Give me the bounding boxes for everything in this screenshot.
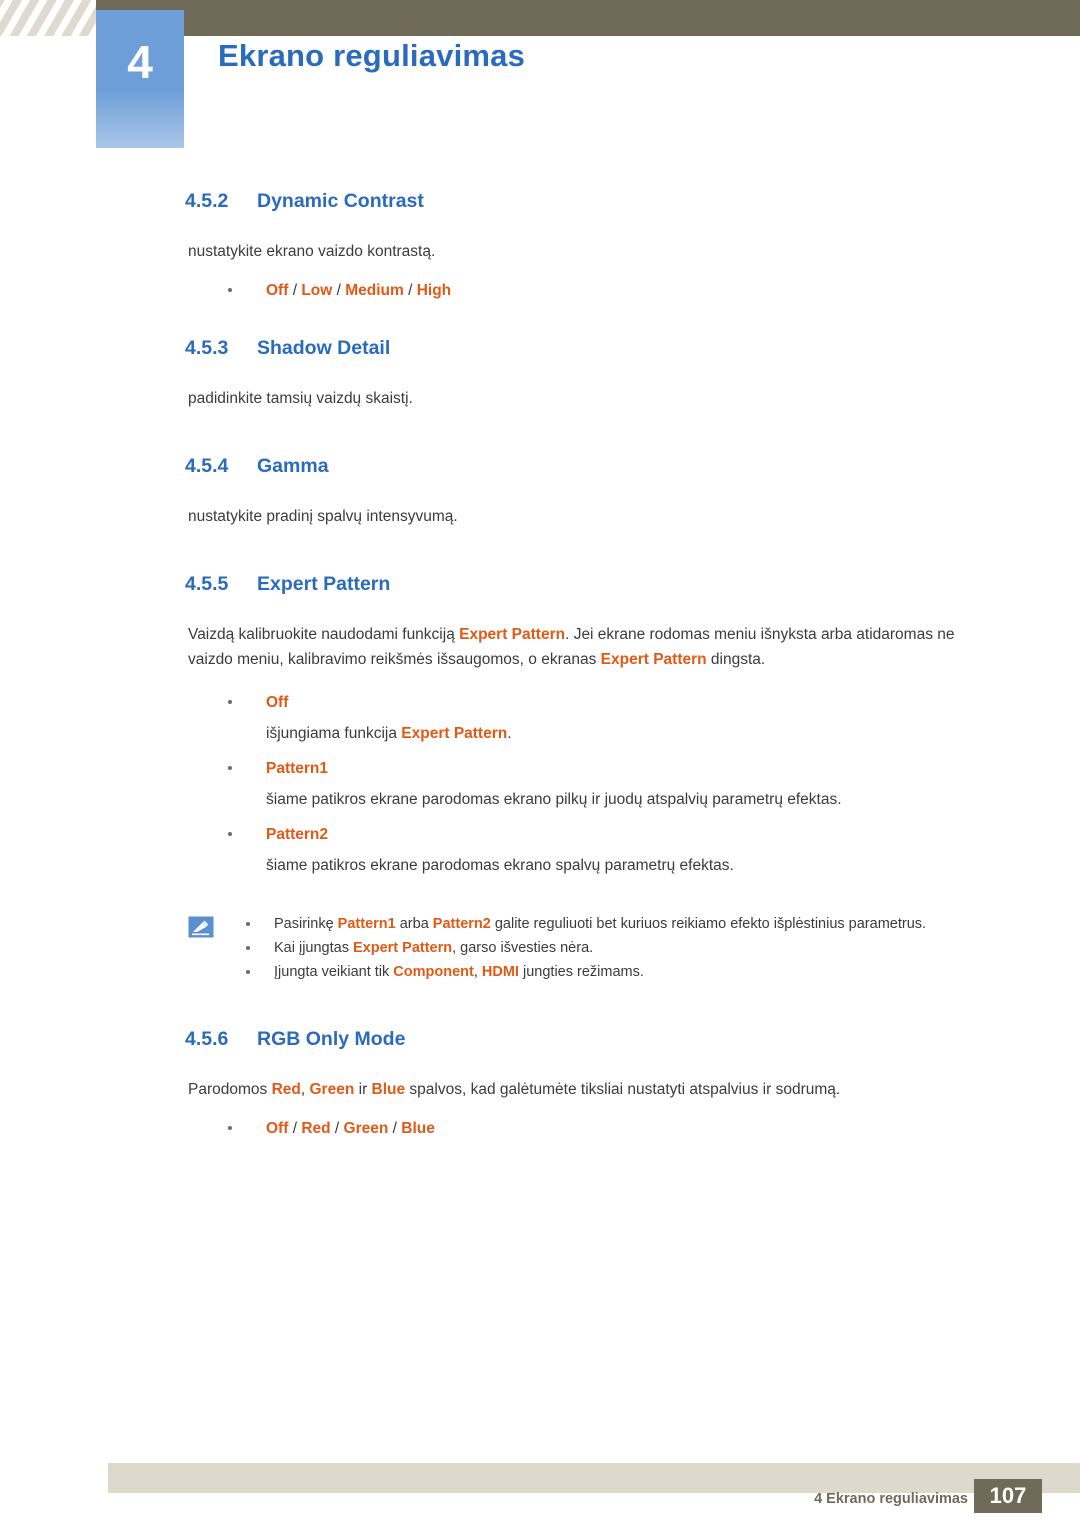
desc-off-c: . [507,725,512,742]
section-number-452: 4.5.2 [185,190,229,212]
note1-t1: Pasirinkę [274,916,338,932]
section-heading-455: 4.5.5 Expert Pattern [185,573,1080,596]
section-title-455: Expert Pattern [257,573,391,595]
section-heading-452: 4.5.2 Dynamic Contrast [185,190,1080,213]
option-off-rgb: Off [266,1120,289,1137]
option-off: Off [266,282,289,299]
page-footer: 4 Ekrano reguliavimas 107 [0,1457,1080,1527]
footer-chapter-label: 4 Ekrano reguliavimas [814,1491,968,1507]
section-heading-454: 4.5.4 Gamma [185,455,1080,478]
section-heading-453: 4.5.3 Shadow Detail [185,337,1080,360]
list-item-label-off: Off [266,694,289,711]
intro-text-e: dingsta. [706,651,766,668]
header-bar [96,0,1080,36]
note3-hdmi: HDMI [481,964,519,980]
options-row-452: Off / Low / Medium / High [188,278,968,303]
option-medium: Medium [345,282,404,299]
note-item-3: Įjungta veikiant tik Component, HDMI jun… [246,960,976,984]
section-body-453: padidinkite tamsių vaizdų skaistį. [188,390,413,407]
note-item-1: Pasirinkę Pattern1 arba Pattern2 galite … [246,912,976,936]
bullet-dot [228,288,232,292]
section-body-454: nustatykite pradinį spalvų intensyvumą. [188,508,458,525]
desc-off-highlight: Expert Pattern [401,725,508,742]
rgb-blue: Blue [371,1081,406,1098]
note3-t1: Įjungta veikiant tik [274,964,394,980]
bullet-dot [228,832,232,836]
chapter-title: Ekrano reguliavimas [218,38,526,73]
section-number-455: 4.5.5 [185,573,229,595]
bullet-dot [246,922,250,926]
note1-t2: arba [395,916,433,932]
section-number-453: 4.5.3 [185,337,229,359]
note2-expert-pattern: Expert Pattern [353,940,453,956]
rgb-text-c: ir [354,1081,372,1098]
chapter-number: 4 [127,36,153,88]
intro-expert-pattern-2: Expert Pattern [600,651,707,668]
rgb-red: Red [271,1081,301,1098]
note-item-1-text: Pasirinkę Pattern1 arba Pattern2 galite … [274,912,976,936]
note-block: Pasirinkę Pattern1 arba Pattern2 galite … [188,912,978,984]
note1-t3: galite reguliuoti bet kuriuos reikiamo e… [490,916,927,932]
note1-pattern1: Pattern1 [337,916,396,932]
option-high: High [416,282,452,299]
note-pencil-icon [188,916,214,938]
options-text-452: Off / Low / Medium / High [266,282,452,299]
section-heading-456: 4.5.6 RGB Only Mode [185,1028,1080,1051]
list-item-pattern1: Pattern1 [188,756,968,781]
option-low: Low [301,282,333,299]
bullet-dot [228,1126,232,1130]
list-item-desc-pattern1: šiame patikros ekrane parodomas ekrano p… [266,791,842,808]
section-number-456: 4.5.6 [185,1028,229,1050]
section-number-454: 4.5.4 [185,455,229,477]
chapter-number-box: 4 [96,10,184,148]
list-item-label-pattern2: Pattern2 [266,826,329,843]
page-number: 107 [974,1479,1042,1513]
footer-bar [108,1463,1080,1493]
note-item-2: Kai įjungtas Expert Pattern, garso išves… [246,936,976,960]
option-red: Red [301,1120,331,1137]
note3-t3: jungties režimams. [518,964,644,980]
note3-t2: , [473,964,482,980]
note2-t2: , garso išvesties nėra. [452,940,594,956]
list-item-label-pattern1: Pattern1 [266,760,329,777]
options-row-456: Off / Red / Green / Blue [188,1116,968,1141]
options-text-456: Off / Red / Green / Blue [266,1120,435,1137]
option-blue: Blue [401,1120,435,1137]
list-item-pattern2: Pattern2 [188,822,968,847]
rgb-text-a: Parodomos [188,1081,272,1098]
section-title-452: Dynamic Contrast [257,190,424,212]
bullet-dot [228,766,232,770]
section-title-454: Gamma [257,455,329,477]
page-content: 4.5.2 Dynamic Contrast nustatykite ekrano… [0,190,1080,1141]
section-body-456: Parodomos Red, Green ir Blue spalvos, ka… [188,1077,978,1102]
rgb-green: Green [309,1081,355,1098]
list-item-desc-off: išjungiama funkcija Expert Pattern. [266,721,966,746]
note2-t1: Kai įjungtas [274,940,353,956]
section-title-456: RGB Only Mode [257,1028,406,1050]
header-hatch-decoration [0,0,96,36]
note3-component: Component [393,964,474,980]
section-body-452: nustatykite ekrano vaizdo kontrastą. [188,243,436,260]
bullet-dot [246,946,250,950]
list-item-off: Off [188,690,968,715]
note-item-2-text: Kai įjungtas Expert Pattern, garso išves… [274,936,976,960]
section-body-455: Vaizdą kalibruokite naudodami funkciją E… [188,622,963,672]
intro-text-a: Vaizdą kalibruokite naudodami funkciją [188,626,460,643]
intro-expert-pattern-1: Expert Pattern [459,626,566,643]
note1-pattern2: Pattern2 [432,916,491,932]
section-title-453: Shadow Detail [257,337,391,359]
rgb-text-b: , [300,1081,310,1098]
option-green: Green [343,1120,389,1137]
desc-off-a: išjungiama funkcija [266,725,402,742]
bullet-dot [228,700,232,704]
bullet-dot [246,970,250,974]
list-item-desc-pattern2: šiame patikros ekrane parodomas ekrano s… [266,857,734,874]
rgb-text-d: spalvos, kad galėtumėte tiksliai nustaty… [405,1081,841,1098]
note-item-3-text: Įjungta veikiant tik Component, HDMI jun… [274,960,976,984]
